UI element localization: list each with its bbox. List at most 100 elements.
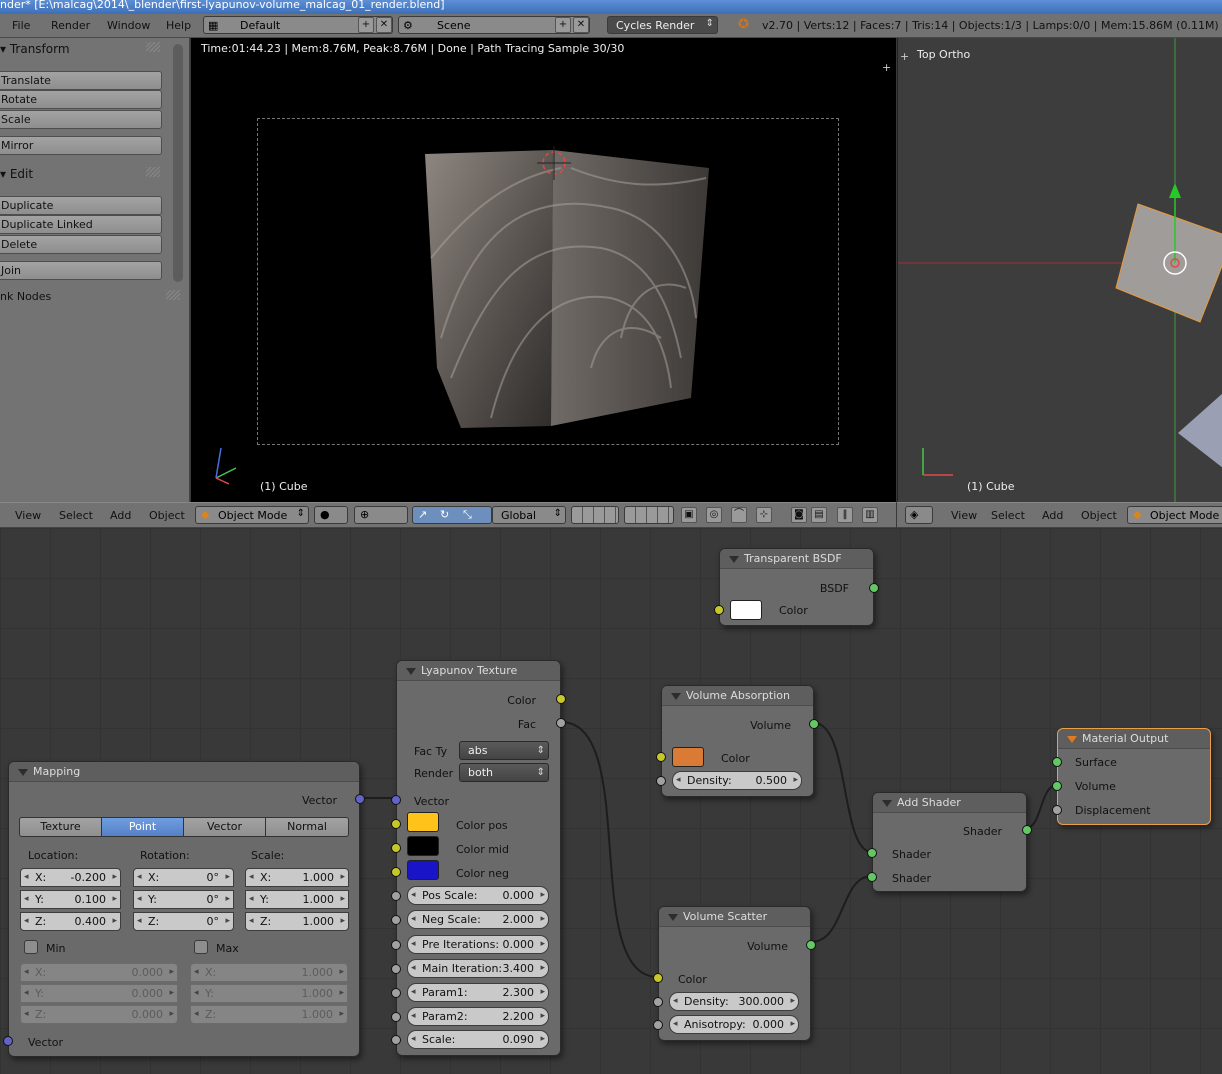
min-checkbox[interactable] (24, 940, 38, 954)
panel-grip-icon[interactable] (146, 42, 160, 52)
link-nodes-panel-header[interactable]: nk Nodes (0, 290, 51, 303)
node-title[interactable]: Volume Absorption (662, 686, 813, 706)
rotate-manipulator-icon[interactable]: ↻ (440, 508, 449, 521)
vector-input-socket[interactable] (391, 795, 401, 805)
orientation-dropdown[interactable]: Global ⇕ (492, 506, 566, 524)
top-ortho-viewport[interactable]: + Top Ortho (1) Cube (897, 38, 1222, 502)
main-iteration-field[interactable]: Main Iteration:3.400 (407, 959, 549, 978)
scale-field[interactable]: Scale:0.090 (407, 1030, 549, 1049)
rotation-x-field[interactable]: X:0° (133, 868, 234, 887)
color-pos-swatch[interactable] (407, 812, 439, 832)
pos-scale-field[interactable]: Pos Scale:0.000 (407, 886, 549, 905)
close-scene-icon[interactable]: ✕ (573, 17, 589, 33)
volume-output-socket[interactable] (809, 719, 819, 729)
node-title[interactable]: Volume Scatter (659, 907, 810, 927)
snap-target-icon[interactable]: ⊹ (756, 507, 772, 523)
color-mid-swatch[interactable] (407, 836, 439, 856)
fac-type-dropdown[interactable]: abs (459, 741, 549, 760)
shader-input-1-socket[interactable] (867, 848, 877, 858)
pos-scale-socket[interactable] (391, 891, 401, 901)
menu-render[interactable]: Render (51, 19, 90, 32)
node-title[interactable]: Transparent BSDF (720, 549, 873, 569)
volume-input-socket[interactable] (1052, 781, 1062, 791)
volume-output-socket[interactable] (806, 940, 816, 950)
min-x-field[interactable]: X:0.000 (20, 963, 178, 982)
tab-normal[interactable]: Normal (265, 817, 349, 837)
location-z-field[interactable]: Z:0.400 (20, 912, 121, 931)
screen-layout-selector[interactable]: ▦ Default + ✕ (203, 16, 393, 34)
mode-dropdown[interactable]: ◆ Object Mode (1127, 506, 1222, 524)
anisotropy-field[interactable]: Anisotropy:0.000 (669, 1015, 799, 1034)
displacement-input-socket[interactable] (1052, 805, 1062, 815)
fac-output-socket[interactable] (556, 718, 566, 728)
max-x-field[interactable]: X:1.000 (190, 963, 348, 982)
snap-icon[interactable]: ⌒ (731, 507, 747, 523)
rotate-button[interactable]: Rotate (0, 90, 162, 109)
editor-type-dropdown[interactable]: ◈ (905, 506, 933, 524)
join-button[interactable]: Join (0, 261, 162, 280)
scale-x-field[interactable]: X:1.000 (245, 868, 349, 887)
color-input-socket[interactable] (656, 752, 666, 762)
location-y-field[interactable]: Y:0.100 (20, 890, 121, 909)
transform-panel-header[interactable]: ▾ Transform (0, 42, 70, 56)
color-swatch[interactable] (672, 747, 704, 767)
density-socket[interactable] (656, 776, 666, 786)
transparent-bsdf-node[interactable]: Transparent BSDF BSDF Color (714, 548, 879, 626)
duplicate-linked-button[interactable]: Duplicate Linked (0, 215, 162, 234)
pause-render-icon[interactable]: ‖ (837, 507, 853, 523)
lyapunov-texture-node[interactable]: Lyapunov Texture Color Fac Fac Ty abs Re… (391, 660, 566, 1056)
layer-buttons-1[interactable] (571, 506, 619, 524)
rotation-z-field[interactable]: Z:0° (133, 912, 234, 931)
density-field[interactable]: Density:0.500 (672, 771, 802, 790)
min-y-field[interactable]: Y:0.000 (20, 984, 178, 1003)
panel-grip-icon[interactable] (146, 167, 160, 177)
volume-absorption-node[interactable]: Volume Absorption Volume Color Density:0… (656, 685, 819, 797)
mode-dropdown[interactable]: ◆ Object Mode ⇕ (195, 506, 309, 524)
scale-button[interactable]: Scale (0, 110, 162, 129)
object-menu[interactable]: Object (149, 509, 185, 522)
node-title[interactable]: Material Output (1058, 729, 1210, 749)
param2-field[interactable]: Param2:2.200 (407, 1007, 549, 1026)
menu-file[interactable]: File (12, 19, 30, 32)
node-editor[interactable]: Transparent BSDF BSDF Color Lyapunov Tex… (0, 528, 1222, 1074)
color-output-socket[interactable] (556, 694, 566, 704)
pre-iterations-socket[interactable] (391, 940, 401, 950)
add-shader-node[interactable]: Add Shader Shader Shader Shader (867, 792, 1032, 892)
scale-manipulator-icon[interactable]: ⤡ (463, 508, 472, 522)
pre-iterations-field[interactable]: Pre Iterations:0.000 (407, 935, 549, 954)
add-scene-icon[interactable]: + (555, 17, 571, 33)
close-layout-icon[interactable]: ✕ (376, 17, 392, 33)
translate-button[interactable]: Translate (0, 71, 162, 90)
render-border-icon[interactable]: ▥ (862, 507, 878, 523)
neg-scale-field[interactable]: Neg Scale:2.000 (407, 910, 549, 929)
vector-input-socket[interactable] (3, 1036, 13, 1046)
color-neg-swatch[interactable] (407, 860, 439, 880)
rotation-y-field[interactable]: Y:0° (133, 890, 234, 909)
param2-socket[interactable] (391, 1012, 401, 1022)
color-neg-socket[interactable] (391, 867, 401, 877)
add-layout-icon[interactable]: + (358, 17, 374, 33)
select-menu[interactable]: Select (59, 509, 93, 522)
render-animation-icon[interactable]: ▤ (811, 507, 827, 523)
max-checkbox[interactable] (194, 940, 208, 954)
render-dropdown[interactable]: both (459, 763, 549, 782)
max-y-field[interactable]: Y:1.000 (190, 984, 348, 1003)
color-swatch[interactable] (730, 600, 762, 620)
edit-panel-header[interactable]: ▾ Edit (0, 167, 33, 181)
vector-output-socket[interactable] (355, 794, 365, 804)
node-title[interactable]: Lyapunov Texture (397, 661, 560, 681)
main-iteration-socket[interactable] (391, 964, 401, 974)
material-output-node[interactable]: Material Output Surface Volume Displacem… (1052, 728, 1211, 825)
manipulator-buttons[interactable]: ↗ ↻ ⤡ (412, 506, 492, 524)
menu-window[interactable]: Window (107, 19, 150, 32)
render-viewport[interactable]: Time:01:44.23 | Mem:8.76M, Peak:8.76M | … (191, 38, 896, 502)
surface-input-socket[interactable] (1052, 757, 1062, 767)
render-still-icon[interactable]: ◙ (791, 507, 807, 523)
delete-button[interactable]: Delete (0, 235, 162, 254)
viewport-split-plus-icon[interactable]: + (882, 61, 891, 74)
pivot-dropdown[interactable]: ⊕ (354, 506, 408, 524)
param1-socket[interactable] (391, 988, 401, 998)
scale-z-field[interactable]: Z:1.000 (245, 912, 349, 931)
scale-y-field[interactable]: Y:1.000 (245, 890, 349, 909)
layer-lock-icon[interactable]: ▣ (681, 507, 697, 523)
